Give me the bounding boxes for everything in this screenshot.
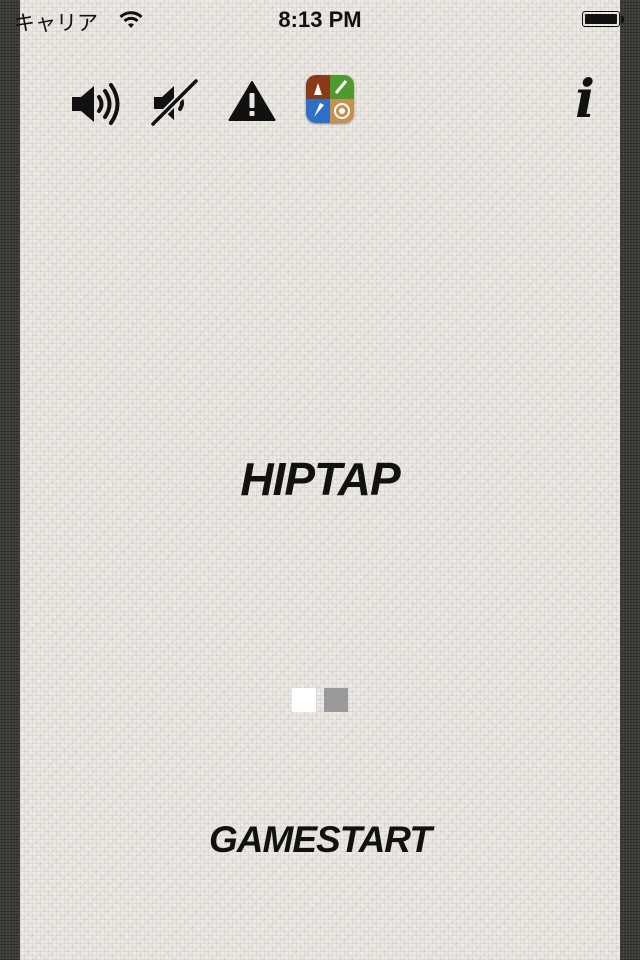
- page-dot-1[interactable]: [292, 688, 316, 712]
- status-time: 8:13 PM: [278, 7, 362, 32]
- battery-icon: [582, 11, 624, 29]
- page-indicator[interactable]: [0, 688, 640, 712]
- page-dot-2[interactable]: [324, 688, 348, 712]
- warning-icon[interactable]: [228, 80, 276, 122]
- game-center-icon[interactable]: [306, 75, 354, 123]
- sound-on-icon[interactable]: [70, 82, 124, 126]
- sound-off-icon[interactable]: [150, 78, 200, 126]
- app-title: HIPTAP: [240, 453, 400, 505]
- info-icon[interactable]: i: [570, 72, 600, 128]
- status-bar: キャリア 8:13 PM: [0, 0, 640, 40]
- game-start-button[interactable]: GAMESTART: [180, 812, 460, 868]
